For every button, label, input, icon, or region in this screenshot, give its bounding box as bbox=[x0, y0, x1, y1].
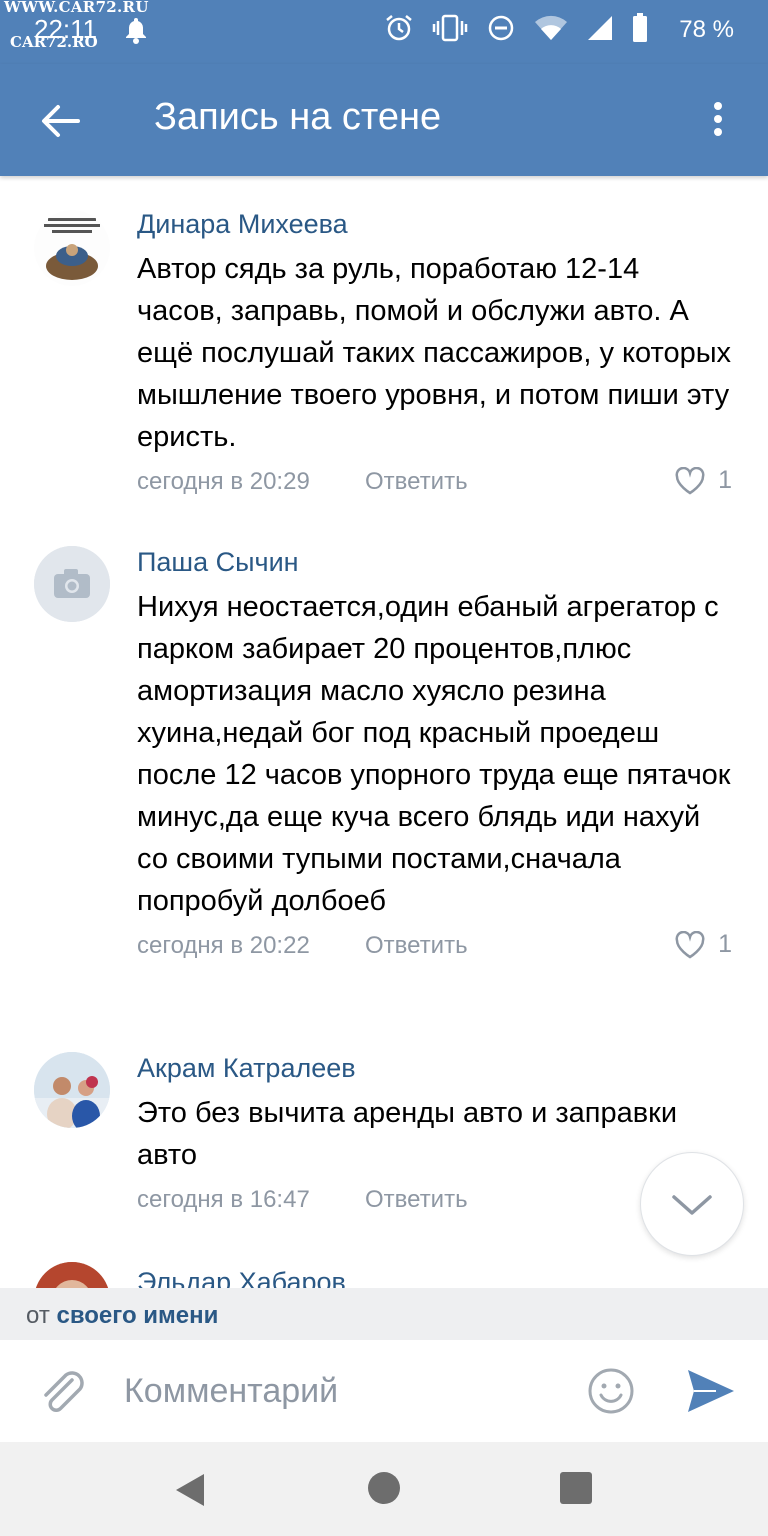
nav-recents-icon[interactable] bbox=[560, 1472, 592, 1504]
more-menu-button[interactable] bbox=[698, 96, 738, 146]
comment-author[interactable]: Эльдар Хабаров bbox=[137, 1264, 732, 1288]
chevron-down-icon bbox=[672, 1195, 712, 1215]
bell-icon bbox=[124, 16, 148, 49]
avatar[interactable] bbox=[34, 546, 110, 622]
wifi-icon bbox=[534, 14, 568, 47]
attach-button[interactable] bbox=[34, 1364, 90, 1420]
emoji-button[interactable] bbox=[584, 1364, 638, 1418]
reply-button[interactable]: Ответить bbox=[365, 932, 468, 960]
page-title: Запись на стене bbox=[154, 96, 442, 138]
comment-meta: сегодня в 20:22 Ответить 1 bbox=[137, 926, 732, 966]
like-button[interactable]: 1 bbox=[674, 930, 732, 959]
comment-author[interactable]: Динара Михеева bbox=[137, 206, 732, 242]
avatar[interactable] bbox=[34, 210, 110, 286]
app-bar: Запись на стене bbox=[0, 64, 768, 176]
comment-text: Автор сядь за руль, поработаю 12-14 часо… bbox=[137, 253, 732, 453]
comment-author[interactable]: Акрам Катралеев bbox=[137, 1050, 732, 1086]
comment-time: сегодня в 20:29 bbox=[137, 468, 310, 495]
like-button[interactable]: 1 bbox=[674, 466, 732, 495]
like-count: 1 bbox=[718, 930, 732, 958]
camera-icon bbox=[34, 546, 110, 622]
heart-icon bbox=[675, 930, 705, 958]
dnd-icon bbox=[486, 13, 516, 48]
post-as-selector[interactable]: своего имени bbox=[56, 1302, 218, 1329]
watermark-text-secondary: CAR72.RO bbox=[10, 33, 98, 51]
battery-percent: 78 % bbox=[679, 16, 734, 43]
vibrate-icon bbox=[432, 13, 468, 48]
heart-icon bbox=[675, 466, 705, 494]
signal-icon bbox=[586, 14, 614, 47]
scroll-down-button[interactable] bbox=[640, 1152, 744, 1256]
comment-meta: сегодня в 20:29 Ответить 1 bbox=[137, 462, 732, 502]
avatar[interactable] bbox=[34, 1262, 110, 1288]
status-bar: WWW.CAR72.RU 22:11 CAR72.RO 78 % bbox=[0, 0, 768, 64]
send-icon bbox=[688, 1370, 734, 1412]
send-button[interactable] bbox=[684, 1364, 738, 1418]
nav-home-icon[interactable] bbox=[368, 1472, 400, 1504]
alarm-icon bbox=[384, 13, 414, 48]
battery-icon bbox=[632, 12, 648, 48]
comment-author[interactable]: Паша Сычин bbox=[137, 544, 732, 580]
back-button[interactable] bbox=[36, 96, 86, 146]
comment-input[interactable] bbox=[122, 1366, 566, 1416]
comment-item: Эльдар Хабаров bbox=[0, 1262, 768, 1288]
more-vertical-icon bbox=[714, 102, 722, 136]
system-nav-bar bbox=[0, 1442, 768, 1536]
smiley-icon bbox=[588, 1368, 634, 1414]
arrow-left-icon bbox=[42, 105, 80, 137]
post-as-bar: от своего имени bbox=[0, 1288, 768, 1340]
paperclip-icon bbox=[44, 1371, 84, 1412]
comment-text: Нихуя неостается,один ебаный агрегатор с… bbox=[137, 591, 731, 917]
reply-button[interactable]: Ответить bbox=[365, 468, 468, 496]
comment-time: сегодня в 16:47 bbox=[137, 1186, 310, 1213]
nav-back-icon[interactable] bbox=[172, 1472, 208, 1513]
like-count: 1 bbox=[718, 466, 732, 494]
avatar[interactable] bbox=[34, 1052, 110, 1128]
post-as-label: от bbox=[26, 1302, 50, 1329]
comment-composer bbox=[0, 1340, 768, 1442]
reply-button[interactable]: Ответить bbox=[365, 1186, 468, 1214]
comment-time: сегодня в 20:22 bbox=[137, 932, 310, 959]
